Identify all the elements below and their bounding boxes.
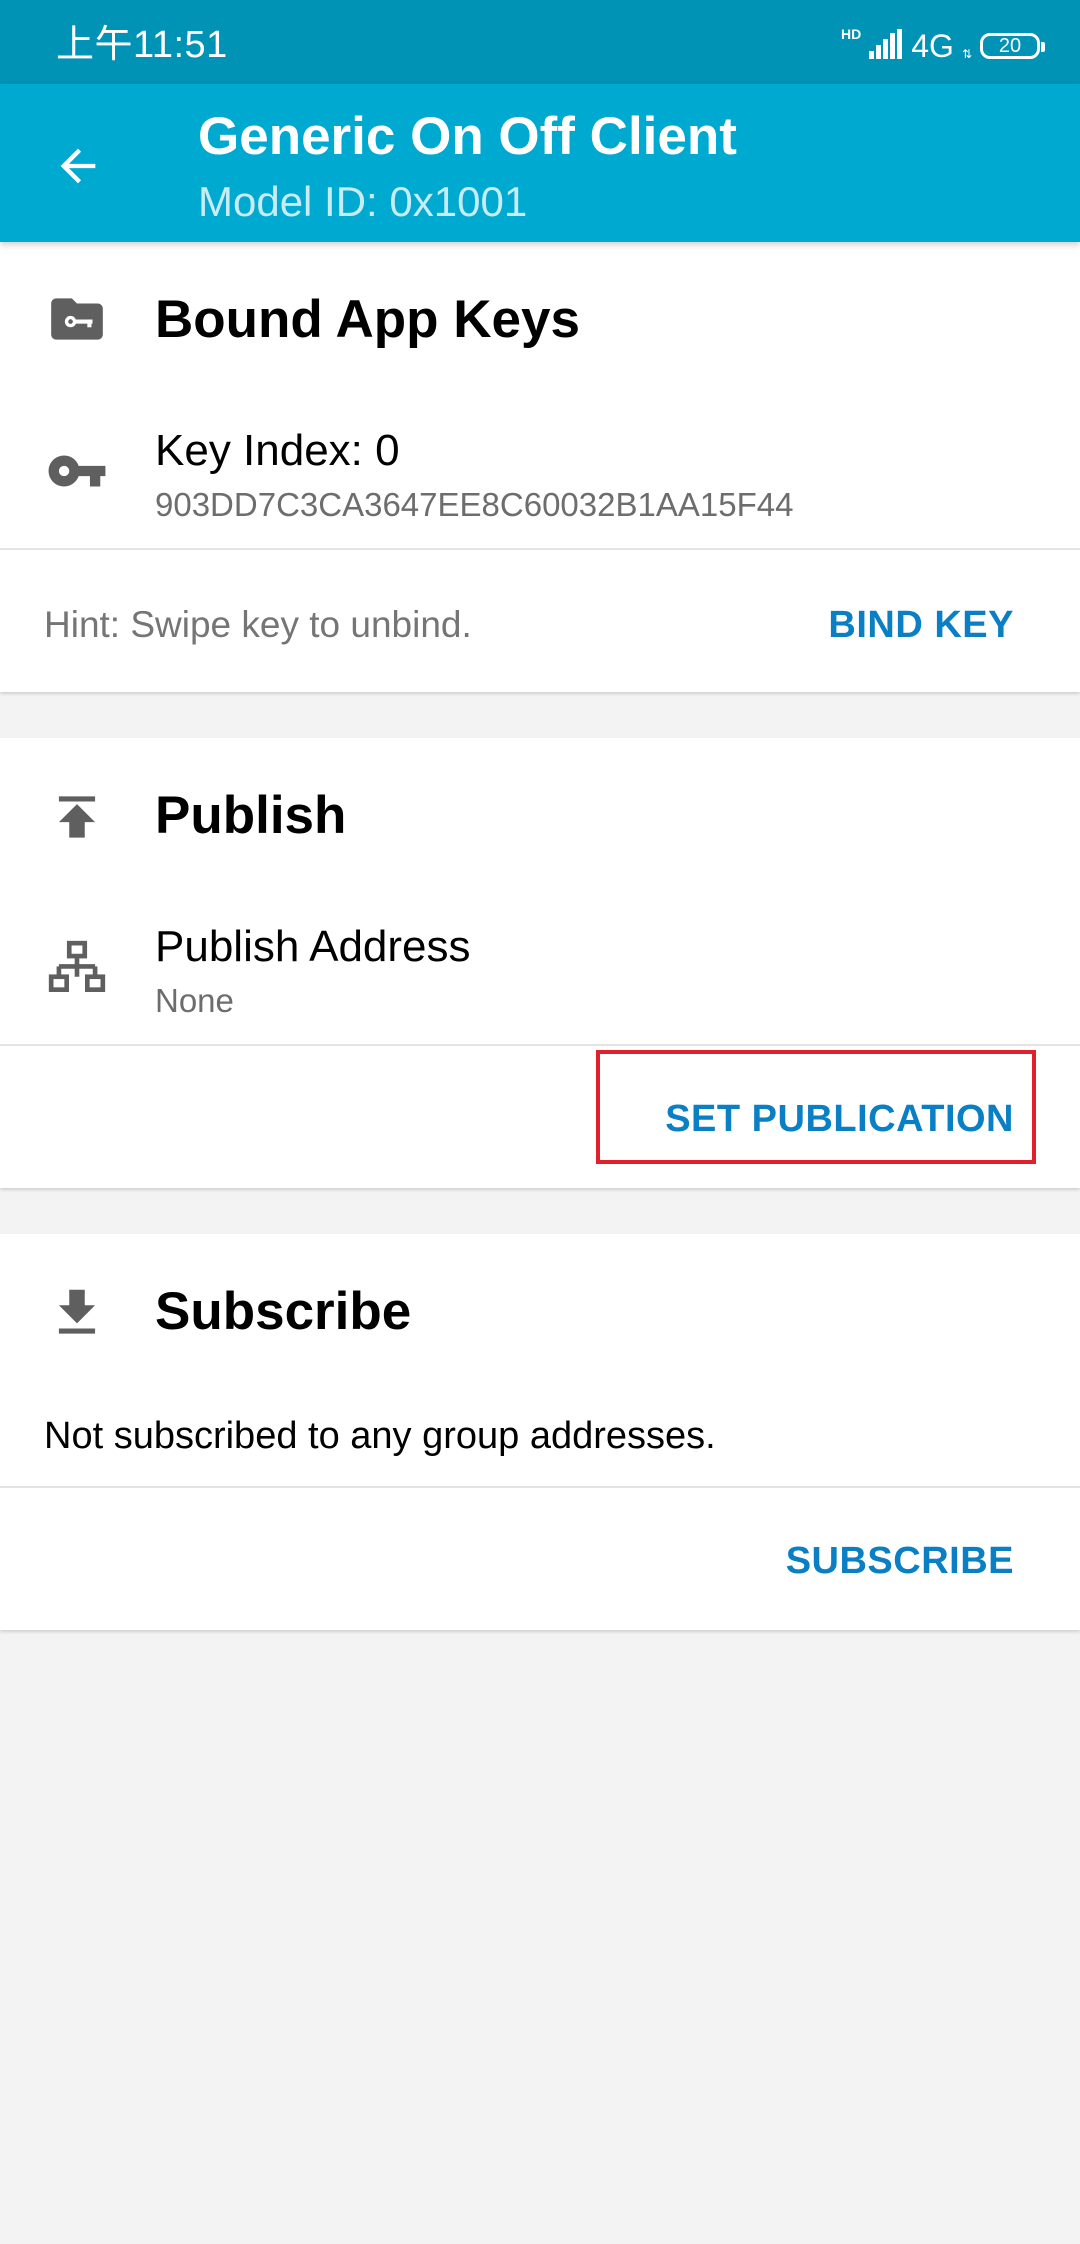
folder-key-icon: [46, 288, 108, 350]
status-indicators: HD 4G ⇅ 20: [841, 24, 1045, 68]
network-topology-icon: [46, 938, 108, 1000]
bound-app-keys-card: Bound App Keys Key Index: 0 903DD7C3CA36…: [0, 242, 1080, 692]
network-type: 4G: [911, 28, 954, 64]
subscribe-card: Subscribe Not subscribed to any group ad…: [0, 1234, 1080, 1630]
divider: [0, 1486, 1080, 1488]
bind-key-button[interactable]: BIND KEY: [828, 602, 1014, 648]
publish-title: Publish: [155, 786, 347, 845]
status-time: 上午11:51: [56, 24, 228, 66]
divider: [0, 1044, 1080, 1046]
publish-address-value: None: [155, 982, 234, 1019]
divider: [0, 548, 1080, 550]
subscribe-title: Subscribe: [155, 1282, 412, 1341]
key-value: 903DD7C3CA3647EE8C60032B1AA15F44: [155, 486, 794, 523]
subscribe-button[interactable]: SUBSCRIBE: [786, 1538, 1014, 1584]
subscriptions-empty-text: Not subscribed to any group addresses.: [44, 1415, 716, 1457]
battery-icon: 20: [980, 33, 1045, 59]
hd-label: HD: [841, 26, 862, 42]
model-id-subtitle: Model ID: 0x1001: [198, 178, 528, 225]
battery-level: 20: [998, 35, 1022, 57]
publish-icon: [46, 786, 108, 848]
page-title: Generic On Off Client: [198, 107, 737, 166]
set-publication-button[interactable]: SET PUBLICATION: [665, 1096, 1014, 1142]
signal-icon: [869, 28, 903, 64]
app-bar: Generic On Off Client Model ID: 0x1001: [0, 84, 1080, 242]
publish-address-label: Publish Address: [155, 922, 471, 971]
arrow-back-icon: [60, 148, 96, 184]
subscribe-icon: [46, 1282, 108, 1344]
data-activity-icon: ⇅: [961, 47, 972, 61]
back-button[interactable]: [38, 126, 118, 206]
publish-card: Publish Publish Address None SET PUBLICA…: [0, 738, 1080, 1188]
status-bar: 上午11:51 HD 4G ⇅ 20: [0, 0, 1080, 84]
key-index: Key Index: 0: [155, 426, 400, 475]
swipe-hint: Hint: Swipe key to unbind.: [44, 604, 472, 645]
key-icon: [46, 440, 108, 502]
bound-app-keys-title: Bound App Keys: [155, 290, 580, 349]
